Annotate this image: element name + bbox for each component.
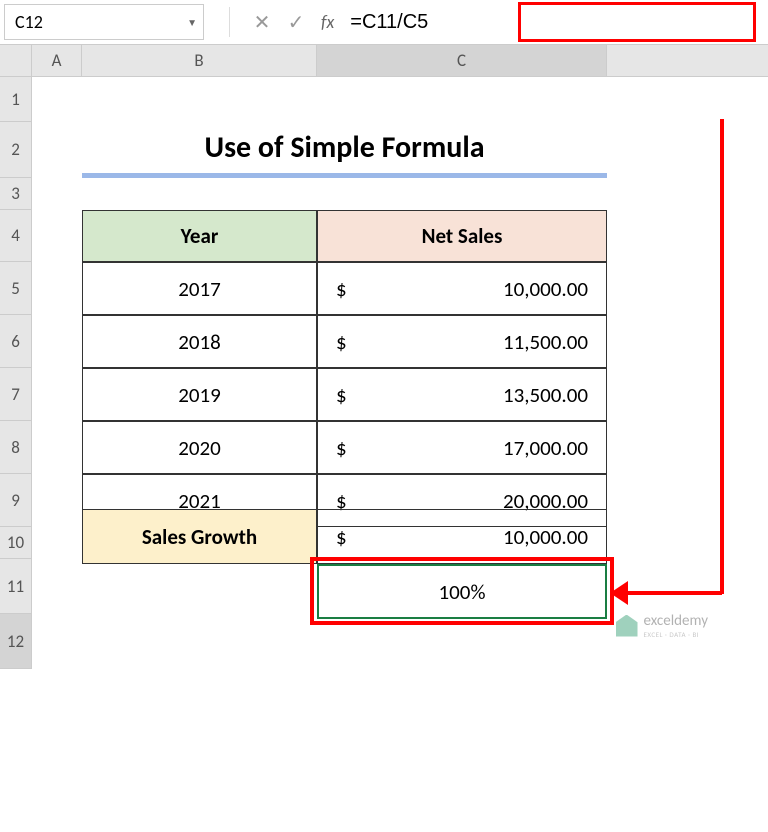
row-header-9[interactable]: 9 bbox=[0, 474, 32, 527]
cell-year[interactable]: 2019 bbox=[82, 368, 317, 421]
header-year[interactable]: Year bbox=[82, 210, 317, 262]
table-row: 2018 $11,500.00 bbox=[82, 315, 607, 368]
table-row: 2019 $13,500.00 bbox=[82, 368, 607, 421]
row-header-5[interactable]: 5 bbox=[0, 262, 32, 315]
row-header-8[interactable]: 8 bbox=[0, 421, 32, 474]
cell-year[interactable]: 2020 bbox=[82, 421, 317, 474]
row-header-7[interactable]: 7 bbox=[0, 368, 32, 421]
row-header-1[interactable]: 1 bbox=[0, 77, 32, 122]
row-header-2[interactable]: 2 bbox=[0, 122, 32, 178]
growth-label[interactable]: Sales Growth bbox=[82, 509, 317, 564]
cell-year[interactable]: 2018 bbox=[82, 315, 317, 368]
fx-icon[interactable]: fx bbox=[321, 11, 334, 33]
cell-sales[interactable]: $10,000.00 bbox=[317, 262, 607, 315]
col-header-A[interactable]: A bbox=[32, 45, 82, 76]
column-headers: A B C bbox=[0, 45, 768, 77]
row-header-4[interactable]: 4 bbox=[0, 210, 32, 262]
row-headers: 1 2 3 4 5 6 7 8 9 10 11 12 bbox=[0, 77, 32, 669]
annotation-arrow bbox=[720, 119, 724, 594]
cell-sales[interactable]: $17,000.00 bbox=[317, 421, 607, 474]
title-cell[interactable]: Use of Simple Formula bbox=[82, 122, 607, 178]
header-netsales[interactable]: Net Sales bbox=[317, 210, 607, 262]
row-header-12[interactable]: 12 bbox=[0, 614, 32, 669]
cell-sales[interactable]: $11,500.00 bbox=[317, 315, 607, 368]
watermark: exceldemy EXCEL · DATA · BI bbox=[616, 612, 708, 639]
select-all-corner[interactable] bbox=[0, 45, 32, 76]
row-header-11[interactable]: 11 bbox=[0, 559, 32, 614]
formula-bar: C12 ▼ ✕ ✓ fx bbox=[0, 0, 768, 45]
name-box-value: C12 bbox=[15, 11, 43, 33]
col-header-B[interactable]: B bbox=[82, 45, 317, 76]
annotation-arrow bbox=[620, 591, 722, 595]
cells-area[interactable]: Use of Simple Formula Year Net Sales 201… bbox=[32, 77, 768, 669]
growth-value[interactable]: $10,000.00 bbox=[317, 509, 607, 564]
row-header-3[interactable]: 3 bbox=[0, 178, 32, 210]
table-row: 2020 $17,000.00 bbox=[82, 421, 607, 474]
cell-year[interactable]: 2017 bbox=[82, 262, 317, 315]
dropdown-icon[interactable]: ▼ bbox=[187, 16, 197, 29]
logo-icon bbox=[616, 615, 638, 637]
row-header-10[interactable]: 10 bbox=[0, 527, 32, 559]
cancel-button[interactable]: ✕ bbox=[245, 5, 279, 39]
name-box[interactable]: C12 ▼ bbox=[4, 4, 204, 40]
table-header-row: Year Net Sales bbox=[82, 210, 607, 262]
watermark-tag: EXCEL · DATA · BI bbox=[644, 630, 708, 639]
formula-input[interactable] bbox=[342, 4, 768, 40]
data-table: Year Net Sales 2017 $10,000.00 2018 $11,… bbox=[82, 210, 607, 527]
active-cell-C12[interactable]: 100% bbox=[317, 564, 607, 619]
row-header-6[interactable]: 6 bbox=[0, 315, 32, 368]
arrow-icon bbox=[610, 581, 628, 605]
sales-growth-row: Sales Growth $10,000.00 bbox=[82, 509, 607, 564]
col-header-C[interactable]: C bbox=[317, 45, 607, 76]
table-row: 2017 $10,000.00 bbox=[82, 262, 607, 315]
spreadsheet-grid: A B C 1 2 3 4 5 6 7 8 9 10 11 12 Use of … bbox=[0, 45, 768, 669]
enter-button[interactable]: ✓ bbox=[279, 5, 313, 39]
divider bbox=[229, 7, 230, 37]
cell-sales[interactable]: $13,500.00 bbox=[317, 368, 607, 421]
watermark-name: exceldemy bbox=[644, 612, 708, 630]
